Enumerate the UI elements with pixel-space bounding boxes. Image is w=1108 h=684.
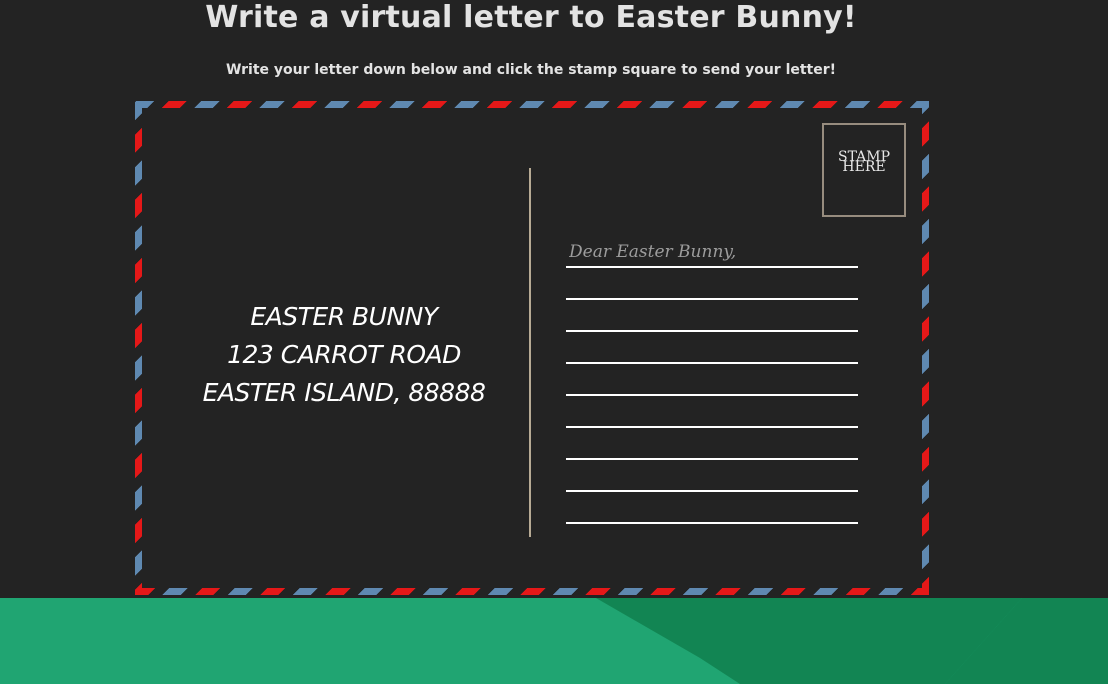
letter-line — [566, 428, 858, 460]
address-street: 123 CARROT ROAD — [227, 340, 461, 369]
letter-line-input-5[interactable] — [566, 367, 858, 393]
letter-line-input-2[interactable] — [566, 271, 858, 297]
letter-line — [566, 300, 858, 332]
address-name: EASTER BUNNY — [250, 302, 438, 331]
page-subtitle: Write your letter down below and click t… — [225, 62, 837, 78]
letter-line-input-8[interactable] — [566, 463, 858, 489]
page: Write a virtual letter to Easter Bunny! … — [0, 0, 1108, 684]
postcard-divider — [529, 168, 531, 537]
letter-line-input-1[interactable] — [566, 239, 858, 265]
letter-line-input-7[interactable] — [566, 431, 858, 457]
grass-hills — [0, 598, 1108, 684]
letter-line — [566, 460, 858, 492]
letter-line — [566, 396, 858, 428]
letter-line — [566, 268, 858, 300]
letter-line — [566, 364, 858, 396]
stamp-send-button[interactable]: STAMP HERE — [822, 123, 906, 217]
letter-line — [566, 236, 858, 268]
letter-line — [566, 492, 858, 524]
letter-line-input-9[interactable] — [566, 495, 858, 521]
postcard: STAMP HERE EASTER BUNNY 123 CARROT ROAD … — [135, 101, 929, 595]
letter-form — [566, 236, 858, 524]
letter-line-input-6[interactable] — [566, 399, 858, 425]
recipient-address: EASTER BUNNY 123 CARROT ROAD EASTER ISLA… — [182, 298, 506, 412]
address-city: EASTER ISLAND, 88888 — [202, 378, 486, 407]
stamp-label: STAMP HERE — [829, 149, 899, 176]
postcard-body: STAMP HERE EASTER BUNNY 123 CARROT ROAD … — [142, 108, 922, 588]
letter-line-input-4[interactable] — [566, 335, 858, 361]
letter-line-input-3[interactable] — [566, 303, 858, 329]
letter-line — [566, 332, 858, 364]
page-title: Write a virtual letter to Easter Bunny! — [205, 0, 857, 35]
